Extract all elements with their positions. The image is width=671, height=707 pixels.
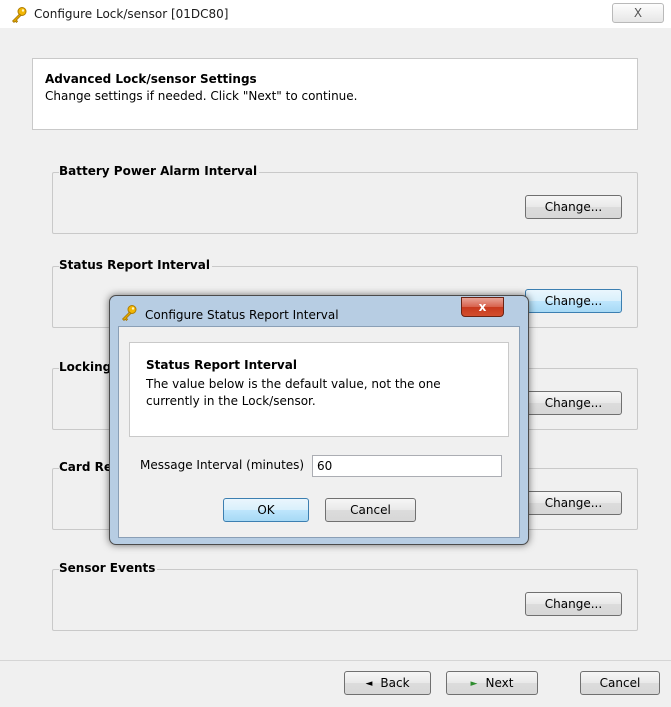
change-status-report-button[interactable]: Change... xyxy=(525,289,622,313)
back-label: Back xyxy=(380,676,410,690)
close-button[interactable]: X xyxy=(612,3,664,23)
change-battery-button[interactable]: Change... xyxy=(525,195,622,219)
header-title: Advanced Lock/sensor Settings xyxy=(45,72,257,86)
group-sensor-events: Sensor Events Change... xyxy=(52,561,638,631)
dialog-title: Configure Status Report Interval xyxy=(145,308,339,322)
close-icon: X xyxy=(633,6,643,20)
title-bar: Configure Lock/sensor [01DC80] X xyxy=(0,0,671,28)
group-battery-power-alarm: Battery Power Alarm Interval Change... xyxy=(52,164,638,234)
arrow-right-icon: ► xyxy=(470,679,478,689)
dialog-title-bar: Configure Status Report Interval x xyxy=(110,296,528,326)
dialog-info-text: The value below is the default value, no… xyxy=(146,377,441,408)
back-button[interactable]: ◄ Back xyxy=(344,671,431,695)
change-card-button[interactable]: Change... xyxy=(525,491,622,515)
window-title: Configure Lock/sensor [01DC80] xyxy=(34,7,229,21)
header-panel: Advanced Lock/sensor Settings Change set… xyxy=(32,58,638,130)
next-label: Next xyxy=(485,676,514,690)
ok-button[interactable]: OK xyxy=(223,498,309,522)
dialog-close-button[interactable]: x xyxy=(461,297,504,317)
key-icon xyxy=(120,304,138,322)
status-report-dialog: Configure Status Report Interval x Statu… xyxy=(109,295,529,545)
dialog-body: Status Report Interval The value below i… xyxy=(118,326,520,538)
dialog-cancel-button[interactable]: Cancel xyxy=(325,498,416,522)
group-legend: Battery Power Alarm Interval xyxy=(59,164,260,178)
cancel-button[interactable]: Cancel xyxy=(580,671,660,695)
message-interval-input[interactable]: 60 xyxy=(312,455,502,477)
footer xyxy=(0,661,671,707)
close-icon: x xyxy=(478,300,487,314)
message-interval-label: Message Interval (minutes) xyxy=(140,458,305,472)
group-legend: Locking xyxy=(59,360,114,374)
change-sensor-events-button[interactable]: Change... xyxy=(525,592,622,616)
change-locking-button[interactable]: Change... xyxy=(525,391,622,415)
dialog-info-panel: Status Report Interval The value below i… xyxy=(129,342,509,437)
group-legend: Status Report Interval xyxy=(59,258,212,272)
next-button[interactable]: ► Next xyxy=(446,671,538,695)
group-legend: Card Re xyxy=(59,460,114,474)
group-legend: Sensor Events xyxy=(59,561,158,575)
dialog-info-title: Status Report Interval xyxy=(146,358,297,372)
arrow-left-icon: ◄ xyxy=(365,679,373,689)
header-subtitle: Change settings if needed. Click "Next" … xyxy=(45,89,358,103)
key-icon xyxy=(10,6,28,24)
